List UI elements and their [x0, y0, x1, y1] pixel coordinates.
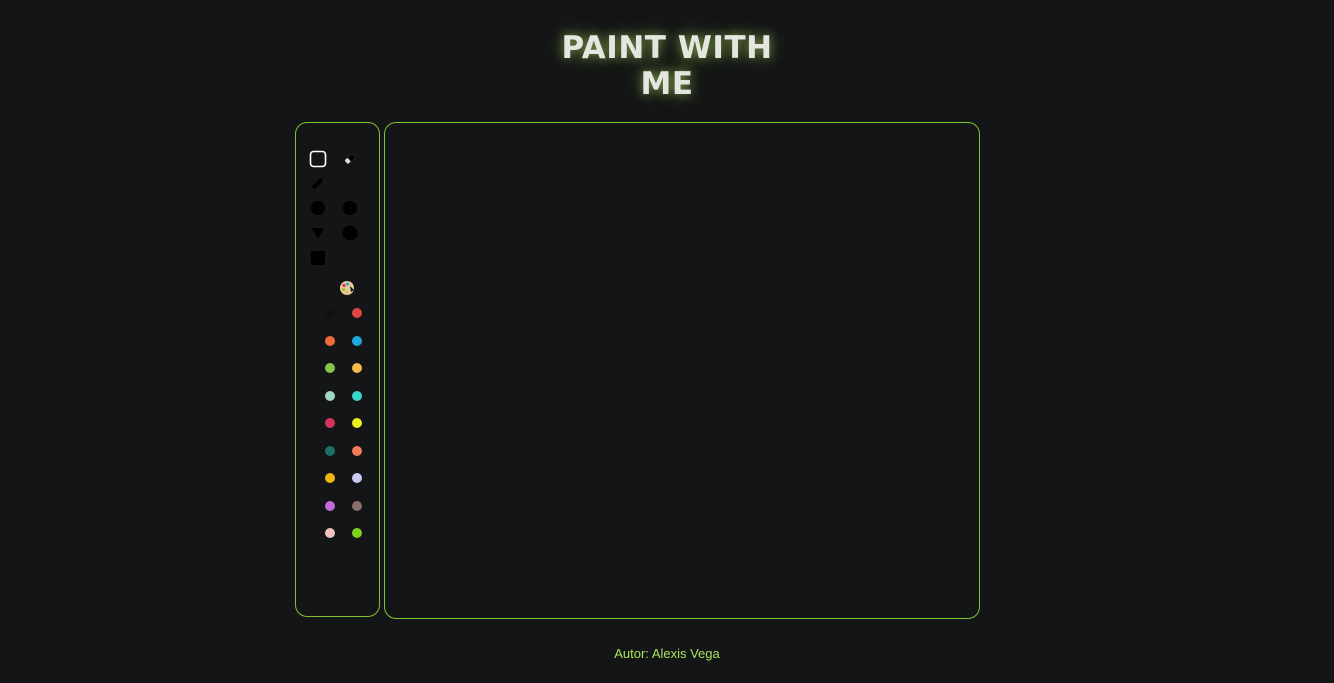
- color-swatch[interactable]: [325, 390, 335, 401]
- color-swatch[interactable]: [352, 335, 362, 346]
- color-picker-button[interactable]: [337, 278, 357, 298]
- toolbar-panel: [295, 122, 380, 617]
- color-swatch[interactable]: [325, 500, 335, 511]
- color-swatch[interactable]: [325, 473, 335, 483]
- color-swatch[interactable]: [325, 445, 335, 456]
- color-swatch[interactable]: [352, 445, 362, 456]
- square-tool-button[interactable]: [308, 248, 328, 268]
- color-palette-icon: [340, 281, 354, 295]
- brush-medium-tool-button[interactable]: [340, 198, 360, 218]
- app-page: PAINT WITH ME Autor: Alexis Vega: [0, 0, 1334, 683]
- eraser-tool-button[interactable]: [340, 149, 360, 169]
- color-swatch[interactable]: [325, 363, 335, 373]
- brush-small-tool-button[interactable]: [308, 198, 328, 218]
- triangle-icon: [312, 228, 324, 239]
- title-line-1: PAINT WITH: [561, 30, 773, 66]
- color-swatch[interactable]: [352, 418, 362, 428]
- author-credit: Autor: Alexis Vega: [614, 646, 720, 661]
- pencil-icon: [311, 178, 323, 190]
- color-swatch[interactable]: [352, 473, 362, 483]
- circle-tool-button[interactable]: [340, 223, 360, 243]
- title-line-2: ME: [640, 66, 694, 102]
- color-swatch[interactable]: [352, 363, 362, 373]
- color-swatch[interactable]: [352, 500, 362, 511]
- select-icon: [309, 150, 327, 168]
- color-swatch[interactable]: [325, 528, 335, 538]
- select-tool-button[interactable]: [308, 149, 328, 169]
- color-swatch[interactable]: [325, 418, 335, 428]
- triangle-tool-button[interactable]: [308, 223, 328, 243]
- drawing-canvas[interactable]: [384, 122, 980, 619]
- color-swatch[interactable]: [352, 390, 362, 401]
- pencil-tool-button[interactable]: [308, 173, 328, 193]
- circle-icon: [342, 225, 358, 241]
- color-swatch[interactable]: [325, 335, 335, 346]
- app-title: PAINT WITH ME: [0, 30, 1334, 102]
- square-icon: [311, 251, 325, 265]
- color-swatch[interactable]: [352, 308, 362, 318]
- color-swatch[interactable]: [352, 528, 362, 538]
- brush-small-icon: [311, 201, 325, 215]
- color-swatch[interactable]: [325, 308, 335, 318]
- eraser-icon: [344, 153, 356, 165]
- brush-medium-icon: [343, 201, 357, 215]
